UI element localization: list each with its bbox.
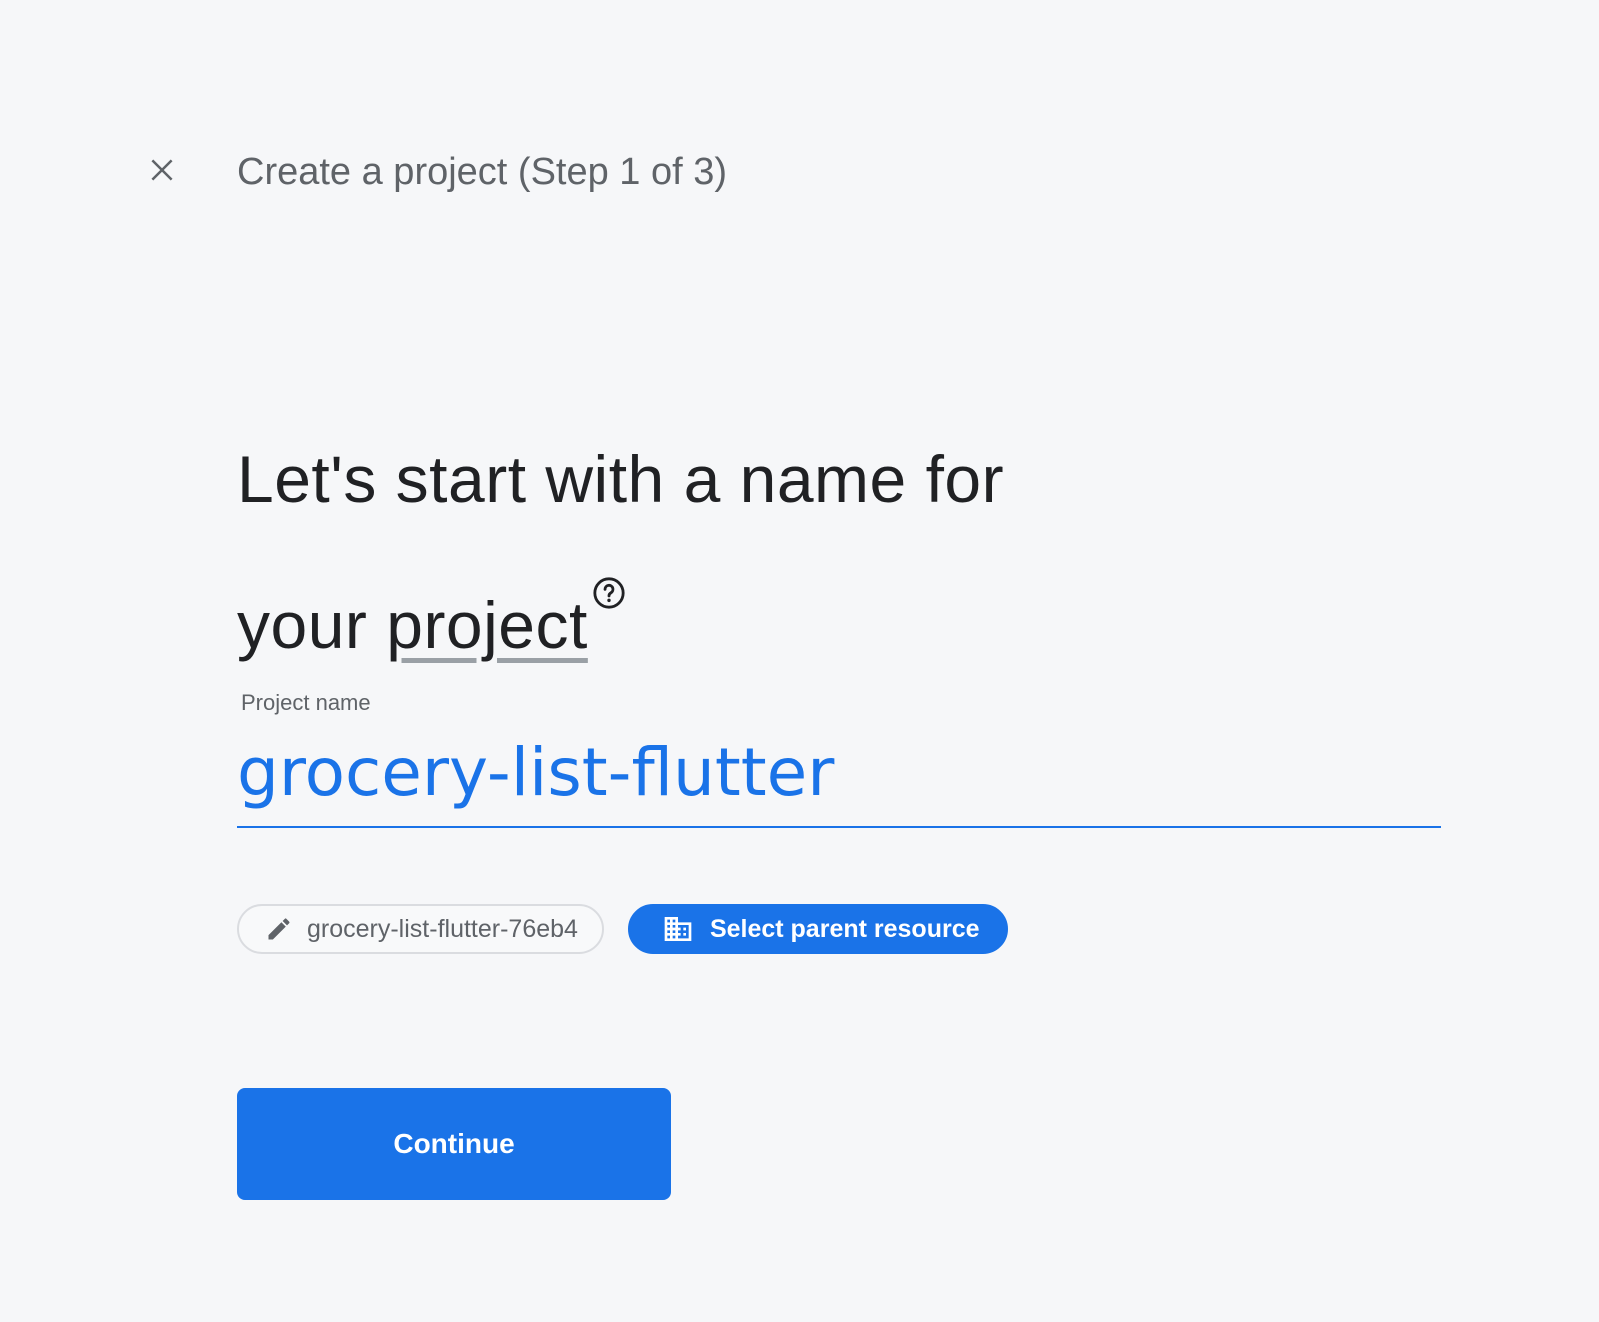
project-name-label: Project name	[241, 690, 371, 715]
help-circle-icon[interactable]	[592, 533, 626, 609]
project-term-link[interactable]: project	[386, 588, 588, 662]
headline-line-2: your project	[237, 533, 1337, 679]
project-name-input[interactable]	[237, 718, 1441, 828]
select-parent-resource-button[interactable]: Select parent resource	[627, 904, 1008, 954]
project-chips: grocery-list-flutter-76eb4 Select parent…	[237, 904, 1008, 954]
continue-button[interactable]: Continue	[237, 1088, 671, 1200]
page-headline: Let's start with a name for your project	[237, 425, 1337, 679]
headline-line-1: Let's start with a name for	[237, 442, 1005, 516]
close-button[interactable]	[140, 150, 184, 194]
step-title: Create a project (Step 1 of 3)	[237, 151, 728, 193]
pencil-icon	[265, 915, 293, 943]
project-id-text: grocery-list-flutter-76eb4	[307, 914, 578, 943]
create-project-page: Create a project (Step 1 of 3) Let's sta…	[0, 0, 1599, 1322]
headline-prefix: your	[237, 588, 387, 662]
select-parent-resource-label: Select parent resource	[709, 914, 980, 943]
building-icon	[662, 913, 694, 945]
close-icon	[147, 155, 177, 190]
project-id-chip[interactable]: grocery-list-flutter-76eb4	[237, 904, 604, 954]
